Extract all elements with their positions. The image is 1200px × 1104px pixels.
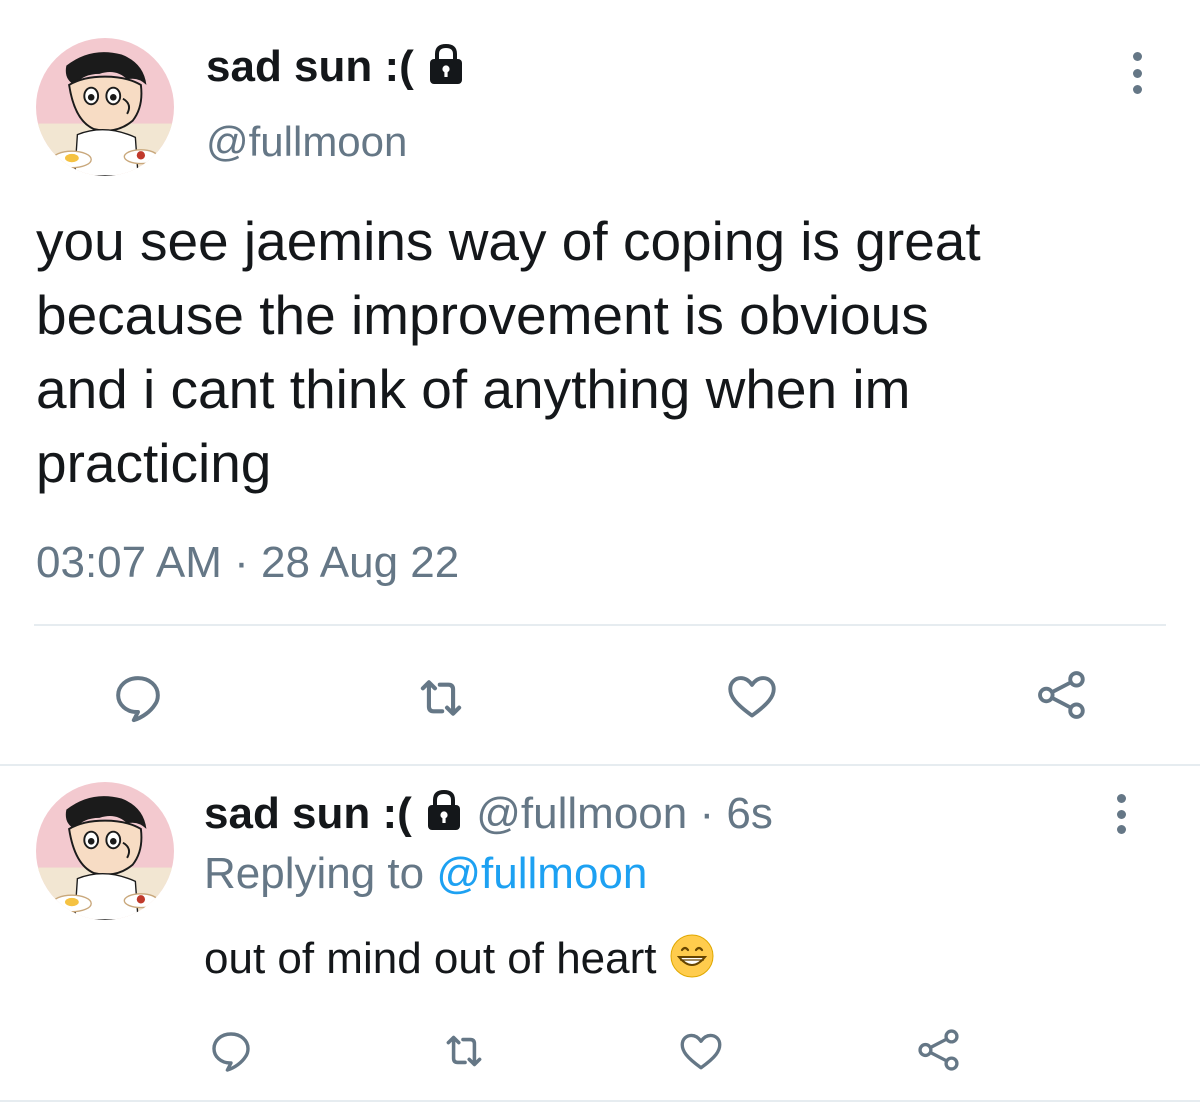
header-separator: · [699,789,715,838]
more-vertical-icon[interactable] [1110,794,1132,834]
bottom-divider [0,1100,1200,1102]
like-icon[interactable] [720,664,784,726]
display-name-text: sad sun :( [206,42,414,92]
grinning-face-emoji [669,933,715,992]
handle[interactable]: @fullmoon [476,789,687,838]
share-icon[interactable] [1030,664,1094,726]
reply-text: out of mind out of heart [204,932,715,992]
section-divider [0,764,1200,766]
reply-header: sad sun :( @fullmoon · 6s [204,788,773,844]
avatar[interactable] [36,782,174,920]
reply-text-content: out of mind out of heart [204,934,657,983]
reply-icon[interactable] [206,1026,256,1076]
tweet-time: 03:07 AM [36,538,222,587]
display-name-text[interactable]: sad sun :( [204,789,412,838]
share-icon[interactable] [912,1024,966,1076]
tweet-text: you see jaemins way of coping is great b… [36,210,981,494]
handle[interactable]: @fullmoon [206,118,407,166]
timestamp[interactable]: 03:07 AM · 28 Aug 22 [36,536,459,590]
lock-icon [426,42,466,97]
tweet-age[interactable]: 6s [726,789,772,838]
tweet-date: 28 Aug 22 [261,538,460,587]
retweet-icon[interactable] [438,1026,490,1076]
divider [34,624,1166,626]
reply-icon[interactable] [108,668,168,728]
replying-to-link[interactable]: @fullmoon [436,849,647,898]
like-icon[interactable] [674,1024,728,1076]
retweet-icon[interactable] [410,668,472,728]
more-vertical-icon[interactable] [1126,52,1148,94]
replying-to-label: Replying to [204,849,425,898]
lock-icon [424,788,464,844]
avatar[interactable] [36,38,174,176]
timestamp-separator: · [234,538,249,587]
display-name[interactable]: sad sun :( [206,42,466,97]
replying-to: Replying to @fullmoon [204,848,647,900]
